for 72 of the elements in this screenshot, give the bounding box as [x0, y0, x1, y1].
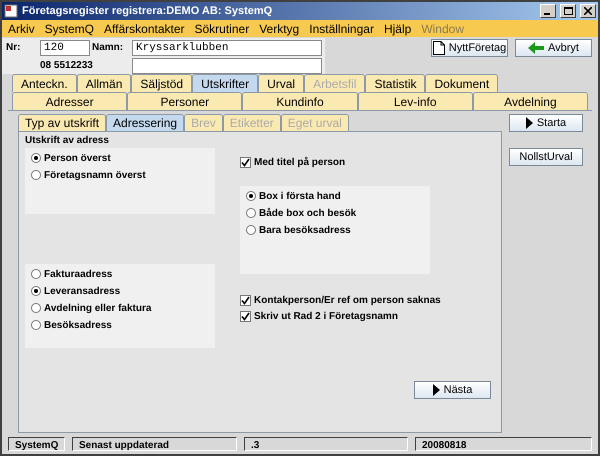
- checkbox[interactable]: [240, 310, 251, 322]
- tab[interactable]: Allmän: [76, 74, 132, 92]
- tab[interactable]: Typ av utskrift: [18, 114, 106, 131]
- menu-item[interactable]: Arkiv: [8, 22, 35, 36]
- status-field: 20080818: [415, 437, 592, 451]
- tab[interactable]: Kundinfo: [242, 92, 358, 110]
- option-label: Bara besöksadress: [259, 224, 351, 236]
- tab[interactable]: Adressering: [106, 114, 184, 131]
- number-field[interactable]: 120: [40, 40, 90, 56]
- minimize-button[interactable]: [540, 4, 556, 18]
- menu-item[interactable]: SystemQ: [44, 22, 94, 36]
- status-field: Senast uppdaterad: [72, 437, 237, 451]
- side-button[interactable]: NollstUrval: [509, 148, 583, 166]
- checkbox-label: Med titel på person: [254, 156, 346, 168]
- option-label: Fakturaadress: [44, 268, 112, 280]
- app-icon: [4, 4, 18, 18]
- option-label: Besöksadress: [44, 320, 112, 330]
- menu-item[interactable]: Inställningar: [309, 22, 374, 36]
- tab[interactable]: Adresser: [12, 92, 128, 110]
- option-label: Avdelning eller faktura: [44, 302, 152, 314]
- field-label: Nr:: [6, 42, 22, 53]
- phone-number: 08 5512233: [40, 60, 90, 71]
- field-label: Namn:: [92, 42, 124, 53]
- arrow-left-icon: [528, 42, 544, 54]
- status-field: .3: [244, 437, 408, 451]
- name-field[interactable]: Kryssarklubben: [132, 40, 322, 56]
- side-button[interactable]: Starta: [509, 114, 583, 132]
- tab[interactable]: Säljstöd: [131, 74, 192, 92]
- radio-button[interactable]: [31, 303, 41, 313]
- menu-item[interactable]: Hjälp: [384, 22, 412, 36]
- tab[interactable]: Urval: [258, 74, 304, 92]
- radio-button[interactable]: [246, 225, 256, 235]
- checkbox-label: Skriv ut Rad 2 i Företagsnamn: [254, 310, 398, 322]
- checkbox[interactable]: [240, 294, 251, 306]
- maximize-button[interactable]: [560, 4, 576, 18]
- tab[interactable]: Statistik: [365, 74, 426, 92]
- option-label: Leveransadress: [44, 286, 120, 296]
- option-label: Företagsnamn överst: [44, 170, 146, 180]
- window-title: Företagsregister registrera:DEMO AB: SystemQ: [22, 5, 274, 17]
- menu-item[interactable]: Verktyg: [259, 22, 300, 36]
- document-icon: [432, 41, 445, 55]
- close-icon: [584, 7, 592, 15]
- tab[interactable]: Personer: [127, 92, 242, 110]
- input-field[interactable]: [132, 58, 322, 74]
- next-button[interactable]: Nästa: [414, 381, 491, 399]
- radio-button[interactable]: [31, 286, 41, 296]
- tab[interactable]: Lev-info: [358, 92, 473, 110]
- maximize-icon: [564, 7, 572, 15]
- radio-button[interactable]: [246, 191, 256, 201]
- tab[interactable]: Anteckn.: [12, 74, 77, 92]
- option-label: Person överst: [44, 152, 111, 164]
- menu-item[interactable]: Affärskontakter: [104, 22, 184, 36]
- status-field: SystemQ: [8, 437, 65, 451]
- play-icon: [526, 117, 533, 129]
- tab[interactable]: Avdelning: [472, 92, 588, 110]
- radio-button[interactable]: [31, 269, 41, 279]
- radio-button[interactable]: [31, 170, 41, 180]
- menu-item[interactable]: Sökrutiner: [194, 22, 250, 36]
- toolbar-button[interactable]: NyttFöretag: [431, 39, 508, 57]
- toolbar-button[interactable]: Avbryt: [515, 39, 592, 57]
- tab[interactable]: Utskrifter: [192, 74, 258, 92]
- checkbox-label: Kontakperson/Er ref om person saknas: [254, 294, 441, 306]
- option-label: Både box och besök: [259, 208, 356, 218]
- play-icon: [432, 384, 440, 396]
- option-label: Box i första hand: [259, 190, 341, 202]
- radio-button[interactable]: [246, 208, 256, 218]
- radio-button[interactable]: [31, 153, 41, 163]
- checkbox[interactable]: [240, 156, 251, 168]
- radio-button[interactable]: [31, 320, 41, 330]
- section-title: Utskrift av adress: [25, 135, 110, 146]
- tab[interactable]: Dokument: [425, 74, 498, 92]
- close-button[interactable]: [580, 4, 596, 18]
